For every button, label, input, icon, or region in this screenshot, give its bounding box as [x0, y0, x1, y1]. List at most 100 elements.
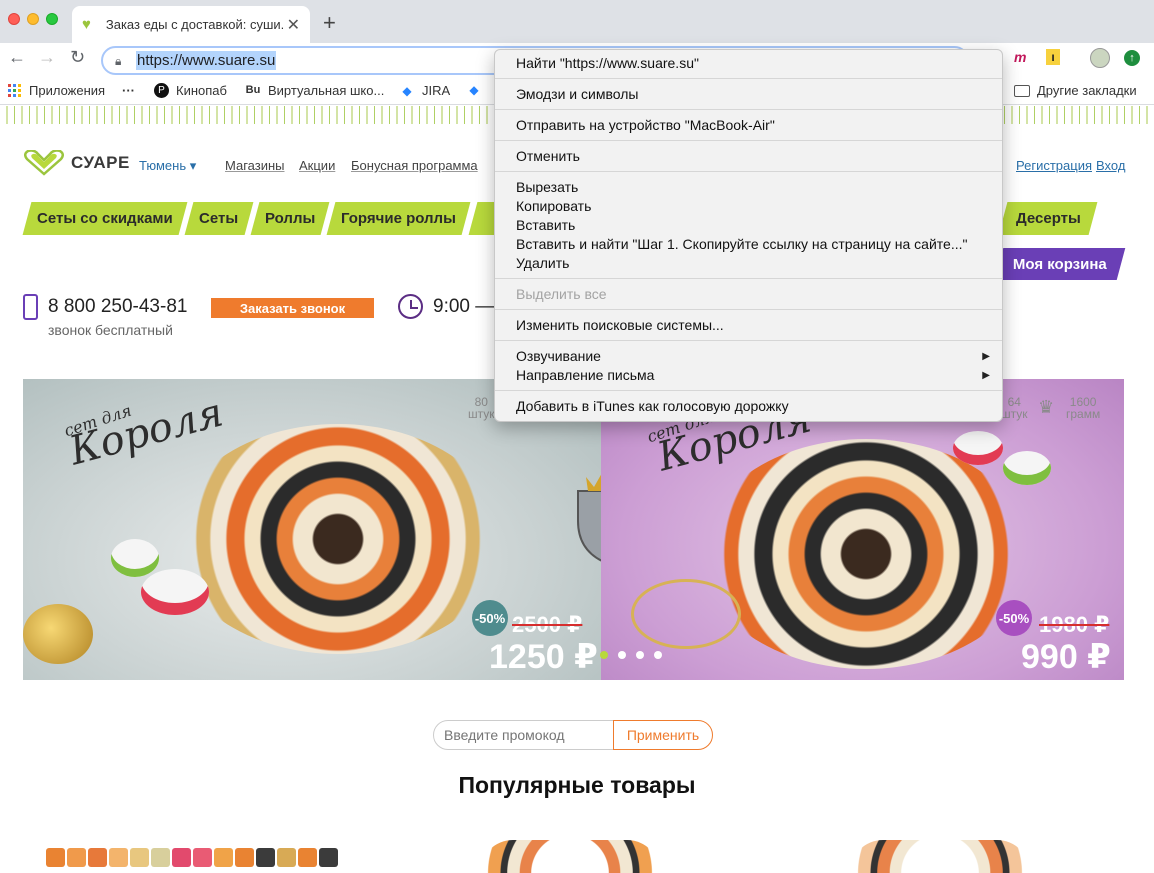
bookmark-kinopab[interactable]: P Кинопаб: [154, 83, 227, 98]
banner-left-panel: сет для Короля 80 штук -50% 2500 ₽ 1250 ₽: [23, 379, 627, 680]
bracelet-image: [631, 579, 741, 649]
phone-number[interactable]: 8 800 250-43-81: [48, 296, 187, 318]
nav-promotions[interactable]: Акции: [299, 158, 335, 173]
product-image[interactable]: [850, 840, 1030, 873]
menu-writing-direction-label: Направление письма: [516, 367, 655, 383]
city-selector[interactable]: Тюмень ▾: [139, 158, 196, 174]
tab-title: Заказ еды с доставкой: суши...: [105, 17, 283, 32]
submenu-arrow-icon: ▶: [982, 351, 990, 362]
zoom-window-button[interactable]: [46, 13, 58, 25]
menu-separator: [495, 309, 1002, 310]
popular-products-title: Популярные товары: [458, 772, 696, 798]
menu-cut[interactable]: Вырезать: [495, 178, 1002, 197]
bookmark-apps[interactable]: Приложения: [8, 83, 105, 98]
category-discount-sets[interactable]: Сеты со скидками: [22, 202, 188, 235]
sushi-set-image: [173, 424, 503, 654]
browser-tab[interactable]: ♥ Заказ еды с доставкой: суши... ✕: [72, 6, 310, 43]
kinopab-icon: P: [154, 83, 169, 98]
login-link[interactable]: Вход: [1096, 158, 1125, 173]
banner-left-new-price: 1250 ₽: [489, 638, 598, 676]
new-tab-button[interactable]: +: [323, 10, 336, 36]
menu-speech[interactable]: Озвучивание ▶: [495, 347, 1002, 366]
menu-separator: [495, 390, 1002, 391]
cart-button[interactable]: Моя корзина: [994, 248, 1126, 280]
minimize-window-button[interactable]: [27, 13, 39, 25]
promo-code-input[interactable]: [433, 720, 615, 750]
carousel-dot[interactable]: [654, 651, 662, 659]
extension-m-icon[interactable]: m: [1014, 49, 1026, 65]
carousel-dots: [600, 651, 662, 659]
forward-arrow-icon[interactable]: →: [38, 47, 56, 68]
menu-send-to-device[interactable]: Отправить на устройство "MacBook-Air": [495, 116, 1002, 135]
menu-writing-direction[interactable]: Направление письма ▶: [495, 366, 1002, 385]
jira-icon-2: ◆: [469, 83, 479, 97]
menu-add-to-itunes[interactable]: Добавить в iTunes как голосовую дорожку: [495, 397, 1002, 416]
wasabi-bowl-image: [111, 539, 159, 577]
menu-paste-and-search[interactable]: Вставить и найти "Шаг 1. Скопируйте ссыл…: [495, 235, 1002, 254]
category-rolls[interactable]: Роллы: [250, 202, 330, 235]
extension-i-icon[interactable]: ı: [1046, 49, 1060, 65]
ginger-bowl-image: [141, 569, 209, 615]
ginger-bowl-image-2: [953, 431, 1003, 465]
apps-grid-icon: [8, 84, 21, 97]
wasabi-bowl-image-2: [1003, 451, 1051, 485]
carousel-dot[interactable]: [600, 651, 608, 659]
bookmark-jira-2[interactable]: ◆: [466, 83, 489, 97]
heart-favicon-icon: ♥: [82, 15, 91, 33]
school-icon: Bu: [245, 83, 261, 96]
bookmark-more-icon[interactable]: ···: [122, 83, 135, 98]
lock-icon: 🔒︎: [115, 54, 122, 68]
phone-icon: [23, 294, 38, 320]
banner-left-title: Короля: [64, 389, 228, 475]
menu-delete[interactable]: Удалить: [495, 254, 1002, 273]
tab-close-icon[interactable]: ✕: [287, 15, 300, 35]
menu-emoji-symbols[interactable]: Эмодзи и символы: [495, 85, 1002, 104]
site-logo[interactable]: СУАРЕ: [23, 150, 130, 176]
bookmark-virtual-school[interactable]: Bu Виртуальная шко...: [245, 83, 385, 98]
jira-icon: ◆: [402, 83, 412, 98]
menu-separator: [495, 340, 1002, 341]
menu-separator: [495, 78, 1002, 79]
menu-paste[interactable]: Вставить: [495, 216, 1002, 235]
folder-icon: [1014, 84, 1030, 97]
banner-right-weight: 1600 грамм: [1066, 395, 1101, 421]
orb-image: [23, 604, 93, 664]
menu-undo[interactable]: Отменить: [495, 147, 1002, 166]
category-hot-rolls[interactable]: Горячие роллы: [326, 202, 471, 235]
menu-separator: [495, 140, 1002, 141]
nav-stores[interactable]: Магазины: [225, 158, 285, 173]
product-image[interactable]: [480, 840, 660, 873]
context-menu: Найти "https://www.suare.su" Эмодзи и си…: [494, 49, 1003, 422]
bookmark-other[interactable]: Другие закладки: [1014, 83, 1137, 98]
menu-edit-search-engines[interactable]: Изменить поисковые системы...: [495, 316, 1002, 335]
nav-bonus-program[interactable]: Бонусная программа: [351, 158, 478, 173]
bookmark-jira[interactable]: ◆ JIRA: [399, 83, 450, 98]
menu-speech-label: Озвучивание: [516, 348, 601, 364]
submenu-arrow-icon: ▶: [982, 370, 990, 381]
category-sets[interactable]: Сеты: [184, 202, 254, 235]
update-arrow-icon[interactable]: ↑: [1124, 50, 1140, 66]
carousel-dot[interactable]: [636, 651, 644, 659]
carousel-dot[interactable]: [618, 651, 626, 659]
reload-icon[interactable]: ↻: [70, 47, 85, 68]
banner-left-discount: -50%: [472, 600, 508, 636]
promo-banner[interactable]: сет для Короля 80 штук -50% 2500 ₽ 1250 ₽…: [23, 379, 1124, 680]
phone-note: звонок бесплатный: [48, 322, 173, 338]
category-desserts[interactable]: Десерты: [998, 202, 1098, 235]
menu-copy[interactable]: Копировать: [495, 197, 1002, 216]
back-arrow-icon[interactable]: ←: [8, 47, 26, 68]
request-call-button[interactable]: Заказать звонок: [211, 298, 374, 318]
profile-avatar[interactable]: [1090, 48, 1110, 68]
browser-tab-bar: ♥ Заказ еды с доставкой: суши... ✕ +: [0, 0, 1154, 43]
apply-promo-button[interactable]: Применить: [613, 720, 713, 750]
menu-search-url[interactable]: Найти "https://www.suare.su": [495, 54, 1002, 73]
banner-right-panel: сет для Короля 64 штук ♛ 1600 грамм -50% 1…: [601, 379, 1124, 680]
banner-right-new-price: 990 ₽: [1021, 638, 1111, 676]
close-window-button[interactable]: [8, 13, 20, 25]
banner-left-qty: 80 штук: [468, 395, 495, 421]
register-link[interactable]: Регистрация: [1016, 158, 1092, 173]
menu-separator: [495, 278, 1002, 279]
product-image[interactable]: [45, 840, 360, 873]
menu-separator: [495, 109, 1002, 110]
address-url[interactable]: https://www.suare.su: [136, 51, 277, 70]
